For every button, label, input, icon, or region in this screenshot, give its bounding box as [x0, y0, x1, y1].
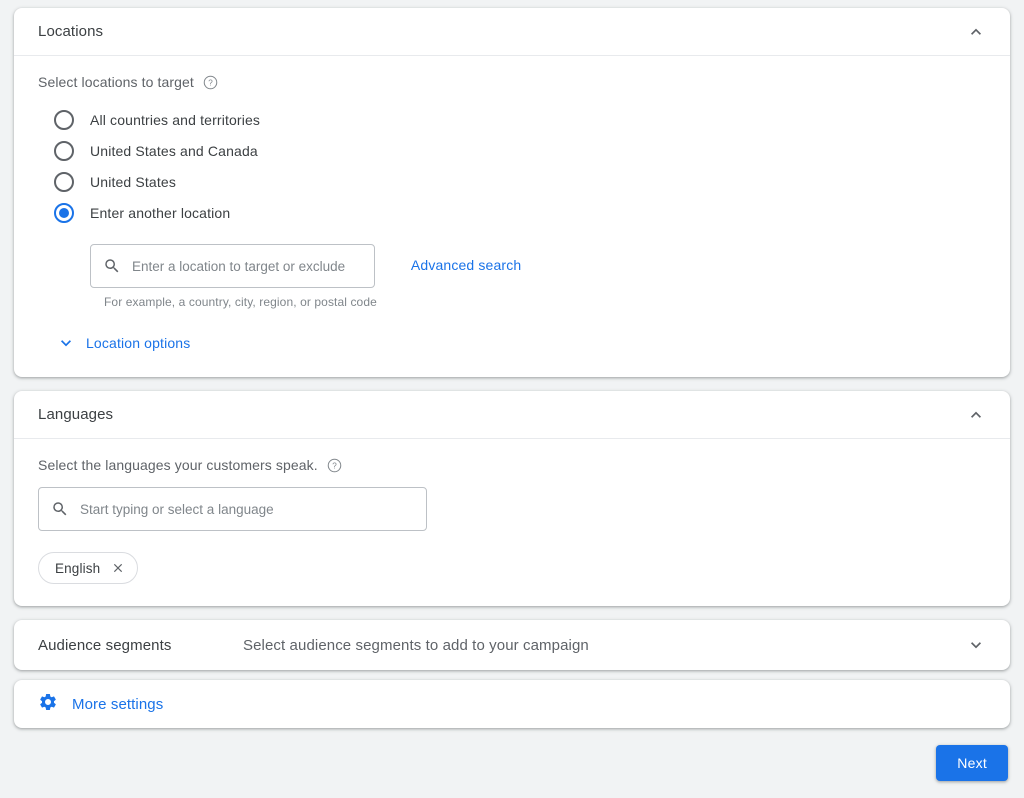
- chevron-up-icon[interactable]: [964, 403, 988, 427]
- radio-option-all-countries[interactable]: All countries and territories: [54, 104, 986, 135]
- next-button[interactable]: Next: [936, 745, 1008, 781]
- chevron-down-icon[interactable]: [54, 331, 78, 355]
- svg-text:?: ?: [332, 461, 337, 470]
- radio-indicator[interactable]: [54, 140, 74, 161]
- languages-card: Languages Select the languages your cust…: [14, 391, 1010, 606]
- audience-segments-card[interactable]: Audience segments Select audience segmen…: [14, 620, 1010, 670]
- location-options-toggle[interactable]: Location options: [54, 331, 190, 355]
- languages-prompt: Select the languages your customers spea…: [38, 457, 318, 473]
- languages-title: Languages: [38, 406, 114, 423]
- help-icon[interactable]: ?: [203, 75, 218, 90]
- gear-icon: [38, 692, 58, 717]
- radio-label: United States and Canada: [90, 142, 258, 159]
- location-search-hint: For example, a country, city, region, or…: [104, 295, 377, 309]
- locations-card-body: Select locations to target ? All countri…: [14, 56, 1010, 377]
- radio-label: All countries and territories: [90, 111, 261, 128]
- campaign-settings-page: Locations Select locations to target ? A…: [0, 0, 1024, 794]
- location-targeting-radio-group[interactable]: All countries and territories United Sta…: [54, 104, 986, 228]
- languages-prompt-row: Select the languages your customers spea…: [38, 457, 986, 473]
- language-search-input[interactable]: [80, 501, 414, 517]
- close-icon[interactable]: [111, 561, 125, 575]
- location-search-block: For example, a country, city, region, or…: [90, 244, 986, 309]
- location-options-label: Location options: [86, 335, 191, 351]
- locations-card: Locations Select locations to target ? A…: [14, 8, 1010, 377]
- chip-label: English: [55, 560, 101, 576]
- audience-segments-header[interactable]: Audience segments Select audience segmen…: [14, 620, 1010, 670]
- audience-segments-title: Audience segments: [38, 636, 172, 654]
- radio-label: United States: [90, 173, 176, 190]
- locations-prompt-row: Select locations to target ?: [38, 74, 986, 90]
- radio-indicator[interactable]: [54, 171, 74, 192]
- location-search-column: For example, a country, city, region, or…: [90, 244, 377, 309]
- more-settings-card[interactable]: More settings: [14, 680, 1010, 728]
- chevron-up-icon[interactable]: [964, 20, 988, 44]
- languages-card-body: Select the languages your customers spea…: [14, 439, 1010, 606]
- locations-prompt: Select locations to target: [38, 74, 194, 90]
- search-icon: [103, 257, 121, 275]
- search-icon: [51, 500, 69, 518]
- advanced-search-link[interactable]: Advanced search: [411, 257, 521, 273]
- radio-option-united-states[interactable]: United States: [54, 166, 986, 197]
- audience-segments-subtitle: Select audience segments to add to your …: [243, 636, 589, 654]
- locations-card-header[interactable]: Locations: [14, 8, 1010, 56]
- more-settings-label: More settings: [72, 695, 164, 713]
- help-icon[interactable]: ?: [327, 458, 342, 473]
- radio-label: Enter another location: [90, 204, 231, 221]
- chevron-down-icon[interactable]: [964, 633, 988, 657]
- svg-text:?: ?: [208, 78, 213, 87]
- location-search-box[interactable]: [90, 244, 375, 288]
- radio-indicator-selected[interactable]: [54, 202, 74, 223]
- radio-option-enter-another-location[interactable]: Enter another location: [54, 197, 986, 228]
- language-search-box[interactable]: [38, 487, 427, 531]
- footer-actions: Next: [14, 728, 1010, 798]
- location-search-input[interactable]: [132, 258, 362, 274]
- locations-title: Locations: [38, 23, 104, 40]
- more-settings-row[interactable]: More settings: [14, 680, 1010, 728]
- radio-indicator[interactable]: [54, 109, 74, 130]
- languages-card-header[interactable]: Languages: [14, 391, 1010, 439]
- radio-option-us-canada[interactable]: United States and Canada: [54, 135, 986, 166]
- language-chip-english: English: [38, 552, 139, 584]
